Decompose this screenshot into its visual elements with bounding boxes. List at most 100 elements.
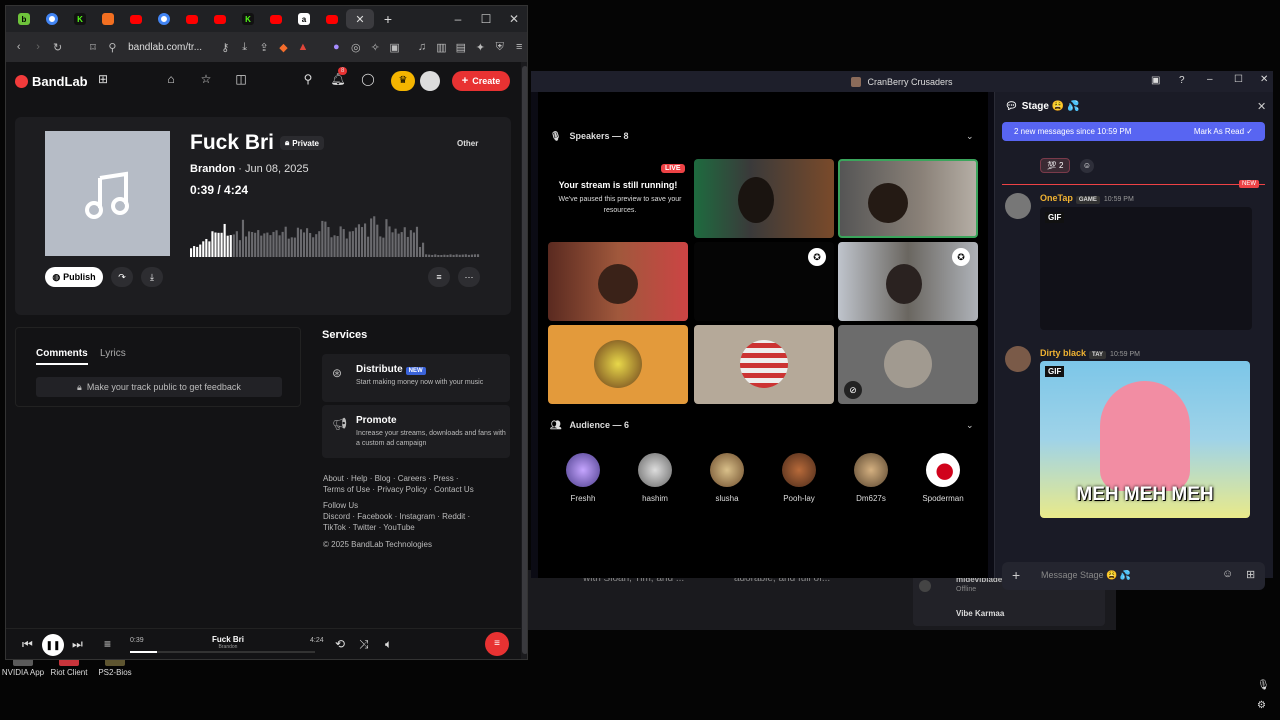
- stream-paused-tile[interactable]: LIVE Your stream is still running! We've…: [548, 159, 688, 238]
- gif-embed[interactable]: GIF MEH MEH MEH: [1040, 361, 1250, 518]
- footer-social[interactable]: Discord · Facebook · Instagram · Reddit …: [323, 512, 470, 521]
- profile-avatar[interactable]: [420, 71, 440, 91]
- site-info-icon[interactable]: ⚲: [103, 37, 122, 57]
- minimize-button[interactable]: –: [1207, 74, 1213, 85]
- close-window-button[interactable]: ✕: [1260, 74, 1268, 85]
- tab[interactable]: K: [66, 9, 94, 29]
- close-window-button[interactable]: ✕: [500, 6, 527, 32]
- tab[interactable]: [262, 9, 290, 29]
- url-field[interactable]: bandlab.com/tr...: [128, 42, 215, 53]
- download-button[interactable]: ⤓: [141, 267, 163, 287]
- footer-links[interactable]: Terms of Use · Privacy Policy · Contact …: [323, 485, 474, 494]
- tab[interactable]: [38, 9, 66, 29]
- maximize-button[interactable]: ☐: [472, 6, 500, 32]
- video-tile[interactable]: [548, 242, 688, 321]
- tab[interactable]: [178, 9, 206, 29]
- sidebar-icon[interactable]: ▥: [432, 37, 451, 57]
- help-icon[interactable]: ?: [1179, 75, 1185, 86]
- scrollbar[interactable]: [521, 62, 527, 659]
- reaction-chip[interactable]: 💯︎ 2: [1040, 158, 1070, 173]
- chevron-down-icon[interactable]: ⌄: [966, 131, 974, 142]
- player-progress[interactable]: [130, 651, 315, 653]
- user-avatar[interactable]: [1005, 193, 1031, 219]
- queue-button[interactable]: ≡: [428, 267, 450, 287]
- menu-icon[interactable]: ≡: [509, 37, 527, 57]
- audience-avatar[interactable]: [638, 453, 672, 487]
- waveform[interactable]: [190, 202, 480, 257]
- volume-icon[interactable]: 🔈︎: [385, 637, 392, 652]
- message-input[interactable]: + Message Stage 😩 💦 ☺ ⊞: [1002, 562, 1265, 590]
- reload-icon[interactable]: ↻: [48, 37, 67, 57]
- search-icon[interactable]: ⚲: [299, 72, 317, 86]
- audience-avatar[interactable]: [926, 453, 960, 487]
- video-tile[interactable]: [694, 159, 834, 238]
- audience-avatar[interactable]: [566, 453, 600, 487]
- footer-social[interactable]: TikTok · Twitter · YouTube: [323, 523, 415, 532]
- avatar-tile[interactable]: ⊘: [838, 325, 978, 404]
- queue-icon[interactable]: ≡: [104, 637, 111, 651]
- footer-links[interactable]: About · Help · Blog · Careers · Press ·: [323, 474, 459, 483]
- new-tab-button[interactable]: +: [374, 9, 402, 29]
- wallet-icon[interactable]: ▤: [451, 37, 470, 57]
- apps-icon[interactable]: ⊞: [1246, 568, 1255, 581]
- avatar-tile[interactable]: [548, 325, 688, 404]
- chat-icon[interactable]: ◯: [359, 72, 377, 86]
- gif-picker-icon[interactable]: ☺: [1222, 568, 1233, 580]
- home-icon[interactable]: ⌂: [162, 72, 180, 86]
- mic-icon[interactable]: 🎙: [1257, 680, 1270, 691]
- brave-shield-icon[interactable]: ◆: [274, 37, 293, 57]
- audience-avatar[interactable]: [710, 453, 744, 487]
- membership-crown-icon[interactable]: ♛: [391, 71, 415, 91]
- tab[interactable]: [150, 9, 178, 29]
- tab[interactable]: [94, 9, 122, 29]
- tab[interactable]: [206, 9, 234, 29]
- tab[interactable]: b: [10, 9, 38, 29]
- share-button[interactable]: ↷: [111, 267, 133, 287]
- more-button[interactable]: ···: [458, 267, 480, 287]
- maximize-button[interactable]: ☐: [1234, 74, 1243, 85]
- scroll-thumb[interactable]: [522, 66, 527, 654]
- pause-button[interactable]: ❚❚: [42, 634, 64, 656]
- bell-icon[interactable]: 🔔︎ 8: [329, 67, 348, 86]
- library-icon[interactable]: ◫: [232, 72, 250, 86]
- share-icon[interactable]: ⇪: [254, 37, 273, 57]
- back-icon[interactable]: ‹: [9, 37, 28, 57]
- apps-grid-icon[interactable]: ⊞: [94, 72, 112, 86]
- install-icon[interactable]: ⤓: [235, 37, 254, 57]
- bandlab-logo[interactable]: BandLab: [15, 74, 88, 89]
- avatar-tile[interactable]: [694, 325, 834, 404]
- new-messages-bar[interactable]: 2 new messages since 10:59 PM Mark As Rea…: [1002, 122, 1265, 141]
- screenshot-icon[interactable]: ▣: [385, 37, 404, 57]
- repeat-icon[interactable]: ⟲: [335, 637, 345, 651]
- forward-icon[interactable]: ›: [28, 37, 47, 57]
- puzzle-icon[interactable]: ✧: [365, 37, 384, 57]
- add-reaction-icon[interactable]: ☺: [1080, 159, 1094, 173]
- tab-lyrics[interactable]: Lyrics: [100, 348, 126, 359]
- genre-tag[interactable]: Other: [457, 139, 478, 148]
- video-tile-speaking[interactable]: [838, 159, 978, 238]
- shuffle-icon[interactable]: ⤨: [359, 637, 369, 652]
- star-icon[interactable]: ☆: [197, 72, 215, 86]
- next-icon[interactable]: ⏭: [72, 637, 83, 652]
- username[interactable]: Dirty black: [1040, 348, 1086, 358]
- vpn-icon[interactable]: ⛨: [490, 37, 509, 57]
- create-button[interactable]: + Create: [452, 71, 510, 91]
- brave-rewards-icon[interactable]: ▲: [293, 37, 312, 57]
- audience-avatar[interactable]: [782, 453, 816, 487]
- track-artist[interactable]: Brandon: [190, 163, 235, 175]
- mark-as-read-button[interactable]: Mark As Read ✓: [1194, 127, 1253, 136]
- add-attachment-icon[interactable]: +: [1012, 567, 1020, 583]
- distribute-card[interactable]: ⊛ Distribute NEW Start making money now w…: [322, 354, 510, 402]
- promote-card[interactable]: 📢︎ Promote Increase your streams, downlo…: [322, 405, 510, 458]
- close-chat-icon[interactable]: ✕: [1257, 100, 1266, 113]
- gif-embed[interactable]: GIF: [1040, 207, 1252, 330]
- previous-icon[interactable]: ⏮: [22, 637, 33, 652]
- extension-icon[interactable]: ◎: [346, 37, 365, 57]
- audience-avatar[interactable]: [854, 453, 888, 487]
- video-tile-empty[interactable]: ✪: [694, 242, 834, 321]
- tab-comments[interactable]: Comments: [36, 348, 88, 365]
- leo-icon[interactable]: ✦: [471, 37, 490, 57]
- active-tab[interactable]: ✕: [346, 9, 374, 29]
- minimize-button[interactable]: –: [444, 6, 472, 32]
- video-tile[interactable]: ✪: [838, 242, 978, 321]
